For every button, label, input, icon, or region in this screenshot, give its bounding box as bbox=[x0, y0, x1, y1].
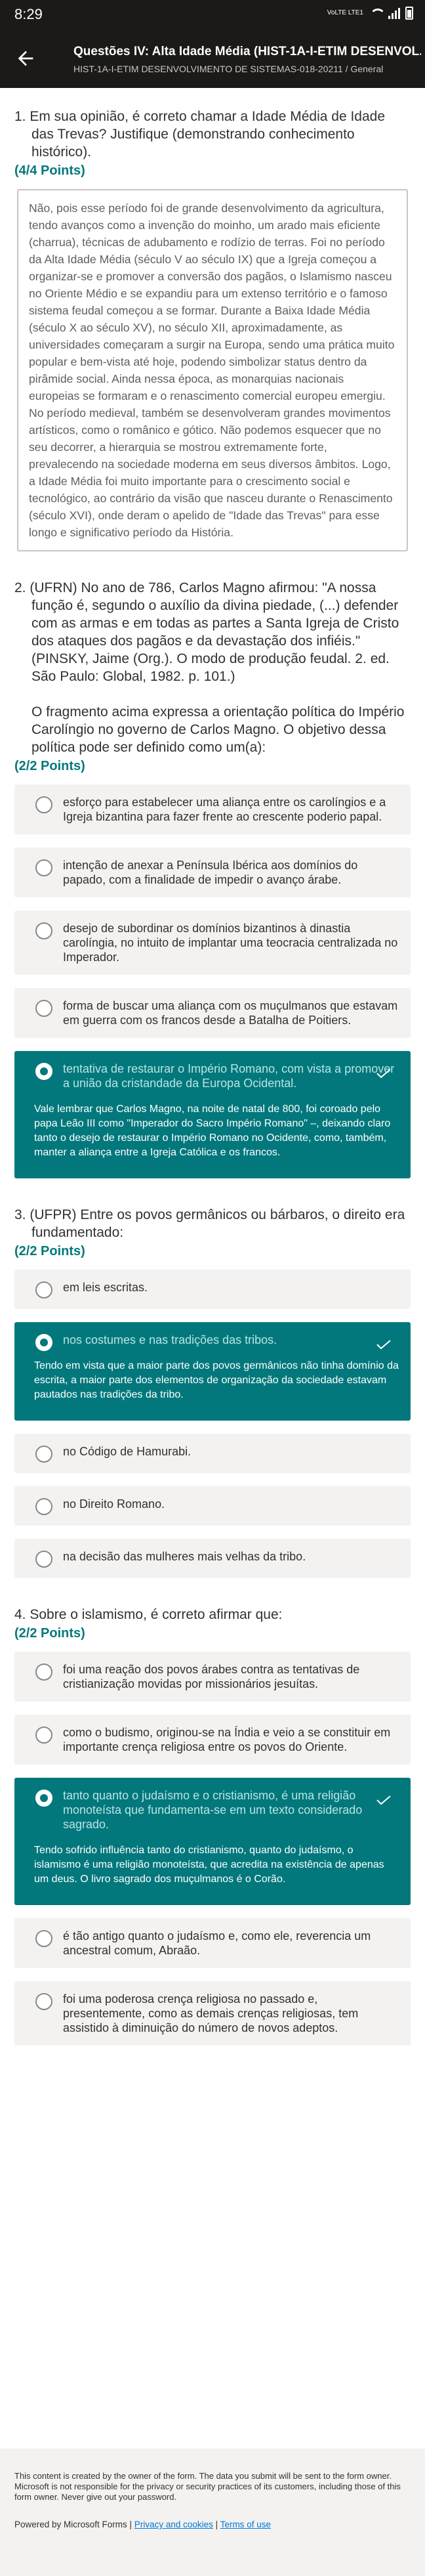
checkmark-icon bbox=[376, 1338, 391, 1350]
signal-icon bbox=[388, 7, 400, 19]
network-indicator: VoLTE LTE1 bbox=[327, 9, 363, 16]
answer-feedback: Tendo sofrido influência tanto do cristi… bbox=[34, 1845, 384, 1885]
option-label: forma de buscar uma aliança com os muçul… bbox=[63, 999, 398, 1027]
radio-button[interactable] bbox=[35, 1498, 52, 1515]
footer-powered: Powered by Microsoft Forms | Privacy and… bbox=[14, 2520, 411, 2529]
answer-feedback: Vale lembrar que Carlos Magno, na noite … bbox=[34, 1104, 391, 1158]
answer-option[interactable]: forma de buscar uma aliança com os muçul… bbox=[14, 988, 411, 1038]
status-bar: 8:29 VoLTE LTE1 bbox=[0, 0, 425, 29]
radio-button[interactable] bbox=[35, 1281, 52, 1299]
question-points: (2/2 Points) bbox=[14, 1626, 85, 1641]
option-label: intenção de anexar a Península Ibérica a… bbox=[63, 859, 358, 886]
form-title: Questões IV: Alta Idade Média (HIST-1A-I… bbox=[73, 45, 421, 58]
status-time: 8:29 bbox=[14, 6, 43, 22]
radio-button-selected[interactable] bbox=[35, 1790, 52, 1807]
radio-button[interactable] bbox=[35, 1993, 52, 2010]
arrow-left-icon bbox=[18, 51, 33, 66]
answer-option-selected[interactable]: tanto quanto o judaísmo e o cristianismo… bbox=[14, 1778, 411, 1905]
checkmark-icon bbox=[376, 1067, 391, 1079]
answer-option[interactable]: esforço para estabelecer uma aliança ent… bbox=[14, 784, 411, 834]
radio-button-selected[interactable] bbox=[35, 1063, 52, 1080]
option-label: desejo de subordinar os domínios bizanti… bbox=[63, 922, 398, 964]
option-label: foi uma reação dos povos árabes contra a… bbox=[63, 1663, 360, 1690]
option-label: tentativa de restaurar o Império Romano,… bbox=[63, 1062, 395, 1090]
option-label: foi uma poderosa crença religiosa no pas… bbox=[63, 1992, 359, 2034]
answer-option[interactable]: é tão antigo quanto o judaísmo e, como e… bbox=[14, 1918, 411, 1968]
battery-icon bbox=[405, 7, 413, 20]
footer-disclaimer: This content is created by the owner of … bbox=[14, 2471, 401, 2502]
radio-button[interactable] bbox=[35, 796, 52, 813]
option-label: é tão antigo quanto o judaísmo e, como e… bbox=[63, 1929, 371, 1957]
radio-button[interactable] bbox=[35, 1551, 52, 1568]
answer-option-selected[interactable]: nos costumes e nas tradições das tribos.… bbox=[14, 1322, 411, 1421]
option-label: tanto quanto o judaísmo e o cristianismo… bbox=[63, 1789, 363, 1831]
option-label: como o budismo, originou-se na Índia e v… bbox=[63, 1726, 391, 1753]
footer-separator: | bbox=[215, 2520, 218, 2529]
privacy-link[interactable]: Privacy and cookies bbox=[134, 2520, 213, 2529]
question-points: (4/4 Points) bbox=[14, 163, 85, 178]
question-4: 4. Sobre o islamismo, é correto afirmar … bbox=[14, 1606, 411, 2046]
option-label: no Código de Hamurabi. bbox=[63, 1445, 192, 1458]
question-2: 2. (UFRN) No ano de 786, Carlos Magno af… bbox=[14, 579, 411, 1178]
option-label: em leis escritas. bbox=[63, 1281, 148, 1294]
radio-button[interactable] bbox=[35, 1727, 52, 1744]
footer: This content is created by the owner of … bbox=[0, 2449, 425, 2576]
checkmark-icon bbox=[376, 1793, 391, 1805]
question-text: 2. (UFRN) No ano de 786, Carlos Magno af… bbox=[14, 580, 405, 755]
back-button[interactable] bbox=[14, 47, 37, 70]
radio-button[interactable] bbox=[35, 1930, 52, 1947]
answer-option[interactable]: em leis escritas. bbox=[14, 1270, 411, 1309]
answer-option[interactable]: como o budismo, originou-se na Índia e v… bbox=[14, 1715, 411, 1765]
question-text: 4. Sobre o islamismo, é correto afirmar … bbox=[14, 1607, 283, 1622]
terms-link[interactable]: Terms of use bbox=[220, 2520, 271, 2529]
answer-text-box[interactable]: Não, pois esse período foi de grande des… bbox=[17, 189, 408, 551]
answer-option-selected[interactable]: tentativa de restaurar o Império Romano,… bbox=[14, 1051, 411, 1178]
radio-button[interactable] bbox=[35, 859, 52, 876]
question-3: 3. (UFPR) Entre os povos germânicos ou b… bbox=[14, 1206, 411, 1578]
answer-option[interactable]: intenção de anexar a Península Ibérica a… bbox=[14, 848, 411, 897]
status-icons: VoLTE LTE1 bbox=[327, 7, 413, 20]
powered-by-text: Powered by Microsoft Forms | bbox=[14, 2520, 132, 2529]
radio-button[interactable] bbox=[35, 1446, 52, 1463]
radio-button[interactable] bbox=[35, 1664, 52, 1681]
wifi-icon bbox=[369, 7, 386, 19]
question-points: (2/2 Points) bbox=[14, 759, 85, 773]
radio-button-selected[interactable] bbox=[35, 1334, 52, 1351]
answer-option[interactable]: na decisão das mulheres mais velhas da t… bbox=[14, 1539, 411, 1578]
radio-button[interactable] bbox=[35, 922, 52, 939]
option-label: na decisão das mulheres mais velhas da t… bbox=[63, 1550, 306, 1563]
form-content: 1. Em sua opinião, é correto chamar a Id… bbox=[0, 88, 425, 2449]
option-label: nos costumes e nas tradições das tribos. bbox=[63, 1333, 277, 1346]
question-text: 3. (UFPR) Entre os povos germânicos ou b… bbox=[14, 1207, 405, 1240]
answer-option[interactable]: desejo de subordinar os domínios bizanti… bbox=[14, 911, 411, 975]
form-subtitle: HIST-1A-I-ETIM DESENVOLVIMENTO DE SISTEM… bbox=[73, 64, 384, 74]
app-header: Questões IV: Alta Idade Média (HIST-1A-I… bbox=[0, 29, 425, 88]
question-1: 1. Em sua opinião, é correto chamar a Id… bbox=[14, 108, 411, 551]
radio-button[interactable] bbox=[35, 1000, 52, 1017]
option-label: esforço para estabelecer uma aliança ent… bbox=[63, 796, 386, 823]
answer-option[interactable]: no Direito Romano. bbox=[14, 1486, 411, 1526]
answer-option[interactable]: foi uma reação dos povos árabes contra a… bbox=[14, 1652, 411, 1702]
question-text: 1. Em sua opinião, é correto chamar a Id… bbox=[14, 109, 386, 160]
option-label: no Direito Romano. bbox=[63, 1497, 165, 1511]
answer-option[interactable]: foi uma poderosa crença religiosa no pas… bbox=[14, 1981, 411, 2046]
answer-option[interactable]: no Código de Hamurabi. bbox=[14, 1434, 411, 1473]
question-points: (2/2 Points) bbox=[14, 1244, 85, 1258]
answer-feedback: Tendo em vista que a maior parte dos pov… bbox=[34, 1360, 399, 1400]
